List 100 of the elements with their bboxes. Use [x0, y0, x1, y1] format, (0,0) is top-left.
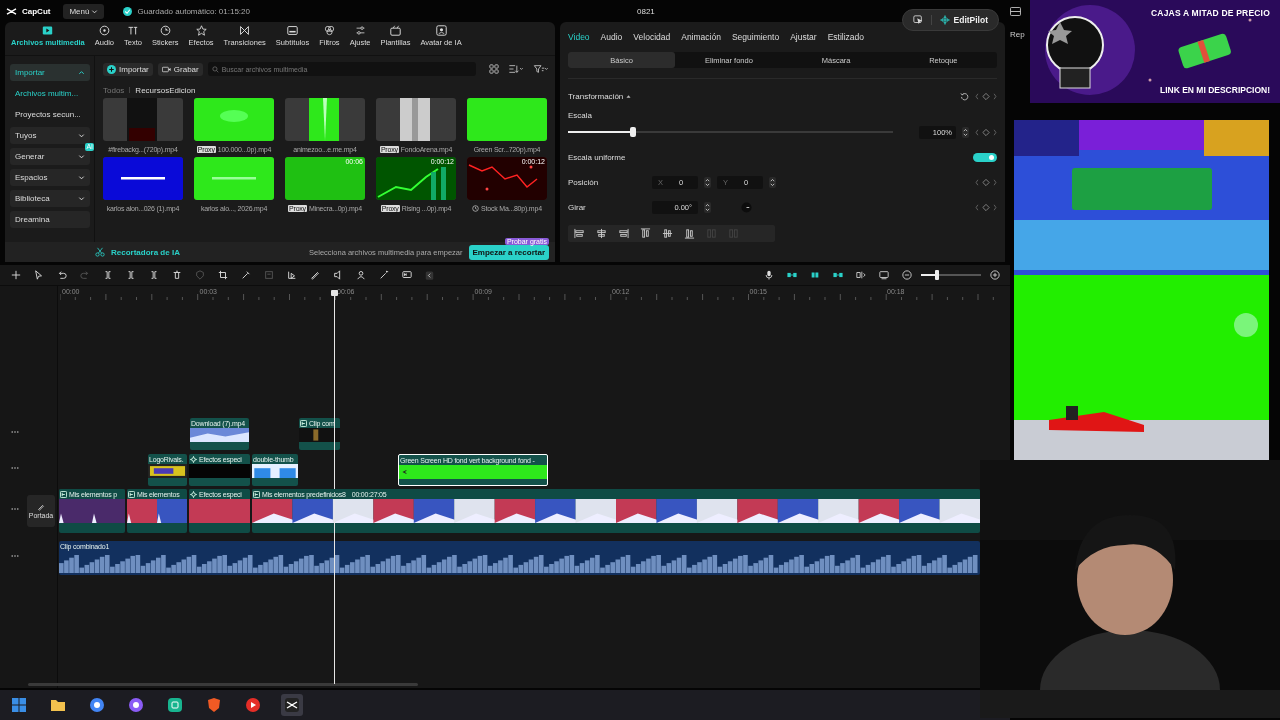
stepper-icon[interactable] — [704, 201, 711, 213]
scale-label: Escala — [568, 111, 592, 120]
align-icon[interactable] — [596, 228, 607, 239]
text-icon — [127, 25, 139, 36]
person-icon[interactable] — [356, 270, 366, 280]
property-tab[interactable]: Velocidad — [633, 32, 671, 42]
align-icon[interactable] — [640, 228, 651, 239]
collapse-icon[interactable] — [425, 269, 434, 281]
property-tab[interactable]: Seguimiento — [731, 32, 780, 42]
track-menu-icon[interactable] — [11, 430, 19, 434]
avatar-icon — [435, 25, 447, 36]
reset-icon[interactable] — [960, 91, 969, 101]
sidebar-item[interactable]: Biblioteca — [10, 190, 90, 207]
pen-icon[interactable] — [310, 270, 320, 280]
app-logo: CapCut — [22, 6, 51, 16]
breadcrumb-link[interactable]: Todos — [103, 85, 125, 95]
split-icon[interactable] — [103, 270, 113, 280]
stepper-icon[interactable] — [704, 176, 711, 188]
triangle-icon — [626, 93, 632, 99]
property-tab[interactable]: Video — [568, 32, 590, 42]
link-icon[interactable] — [833, 270, 843, 280]
effect-icon — [190, 455, 197, 463]
track-menu-icon[interactable] — [11, 466, 19, 470]
stepper-icon[interactable] — [962, 126, 969, 138]
slider-thumb[interactable] — [629, 127, 636, 137]
compound-icon — [128, 490, 135, 498]
trim-left-icon[interactable] — [126, 270, 136, 280]
sidebar-item[interactable]: Proyectos secun... — [10, 106, 90, 123]
effect-icon — [190, 490, 197, 498]
zoom-in-icon[interactable] — [990, 270, 1000, 280]
track-menu-icon[interactable] — [11, 507, 19, 511]
toggle-switch[interactable] — [973, 152, 997, 162]
stepper-icon[interactable] — [769, 176, 776, 188]
keyframe-icon[interactable] — [975, 202, 997, 212]
hd-icon[interactable] — [402, 270, 412, 280]
scissors-icon — [95, 247, 105, 257]
section-toggle[interactable]: Transformación — [568, 91, 632, 101]
pencil-icon — [37, 503, 45, 511]
editor-icon[interactable] — [281, 694, 303, 716]
menu-button[interactable]: Menú — [63, 3, 105, 19]
panel-tab[interactable]: Rep — [1010, 30, 1030, 39]
align-icon[interactable] — [684, 228, 695, 239]
caret-icon — [91, 7, 99, 15]
microphone-icon[interactable] — [764, 270, 774, 280]
ai-cutter-title: Recortadora de IA — [111, 247, 180, 257]
property-tab[interactable]: Animación — [681, 32, 721, 42]
zoom-out-icon[interactable] — [902, 270, 912, 280]
sidebar-item[interactable]: Dreamina — [10, 211, 90, 228]
sticker-icon — [159, 25, 171, 36]
sidebar-item[interactable]: Espacios — [10, 169, 90, 186]
uniform-scale-label: Escala uniforme — [568, 152, 626, 162]
keyframe-icon[interactable] — [975, 177, 997, 187]
keyframe-icon[interactable] — [975, 127, 997, 137]
caret-icon — [78, 153, 85, 160]
pointer-icon[interactable] — [34, 270, 44, 280]
target-icon — [939, 15, 950, 25]
snap-icon[interactable] — [810, 270, 820, 280]
caption-icon — [287, 25, 298, 36]
plus-icon[interactable] — [11, 270, 21, 280]
sidebar-item[interactable]: Importar — [10, 64, 90, 81]
keyframe-icon[interactable] — [975, 91, 997, 101]
breadcrumb-link[interactable]: RecursosEdicion — [135, 85, 196, 95]
layout-icon[interactable] — [1010, 7, 1021, 16]
caption-icon[interactable] — [879, 270, 889, 280]
trash-icon[interactable] — [172, 270, 182, 280]
zoom-thumb[interactable] — [935, 270, 940, 280]
cursor-icon[interactable] — [912, 15, 923, 25]
sidebar-item[interactable]: Tuyos — [10, 127, 90, 144]
sidebar-item[interactable]: Generar — [10, 148, 90, 165]
track-menu-icon[interactable] — [11, 554, 19, 558]
compound-icon — [253, 490, 260, 498]
align-icon[interactable] — [618, 228, 629, 239]
caret-icon — [78, 195, 85, 202]
sort-icon[interactable] — [508, 64, 524, 74]
property-tab[interactable]: Audio — [600, 32, 623, 42]
undo-icon[interactable] — [57, 270, 67, 280]
editpilot-button[interactable]: EditPilot — [930, 15, 988, 25]
grid-view-icon[interactable] — [489, 64, 499, 74]
crop-icon[interactable] — [218, 270, 228, 280]
camera-icon — [161, 64, 171, 74]
bowtie-icon — [239, 25, 251, 36]
record-button[interactable]: Grabar — [157, 62, 203, 76]
rotate-label: Girar — [568, 202, 587, 212]
align-icon[interactable] — [574, 228, 585, 239]
link-icon[interactable] — [787, 270, 797, 280]
trim-right-icon[interactable] — [149, 270, 159, 280]
property-tab[interactable]: Ajustar — [790, 32, 817, 42]
sidebar-item[interactable]: Archivos multim... — [10, 85, 90, 102]
position-label: Posición — [568, 177, 600, 187]
scrollbar[interactable] — [28, 683, 418, 686]
import-button[interactable]: Importar — [103, 62, 153, 76]
autosave-status: Guardado automático: 01:15:20 — [137, 6, 250, 16]
audio-icon[interactable] — [333, 270, 343, 280]
filter-icon[interactable] — [533, 64, 549, 74]
sliders-icon — [354, 25, 366, 36]
align-icon[interactable] — [662, 228, 673, 239]
wand-icon[interactable] — [241, 270, 251, 280]
promo-footer: LINK EN MI DESCRIPCION! — [1159, 85, 1270, 95]
property-tab[interactable]: Estilizado — [827, 32, 865, 42]
caret-icon — [78, 132, 85, 139]
